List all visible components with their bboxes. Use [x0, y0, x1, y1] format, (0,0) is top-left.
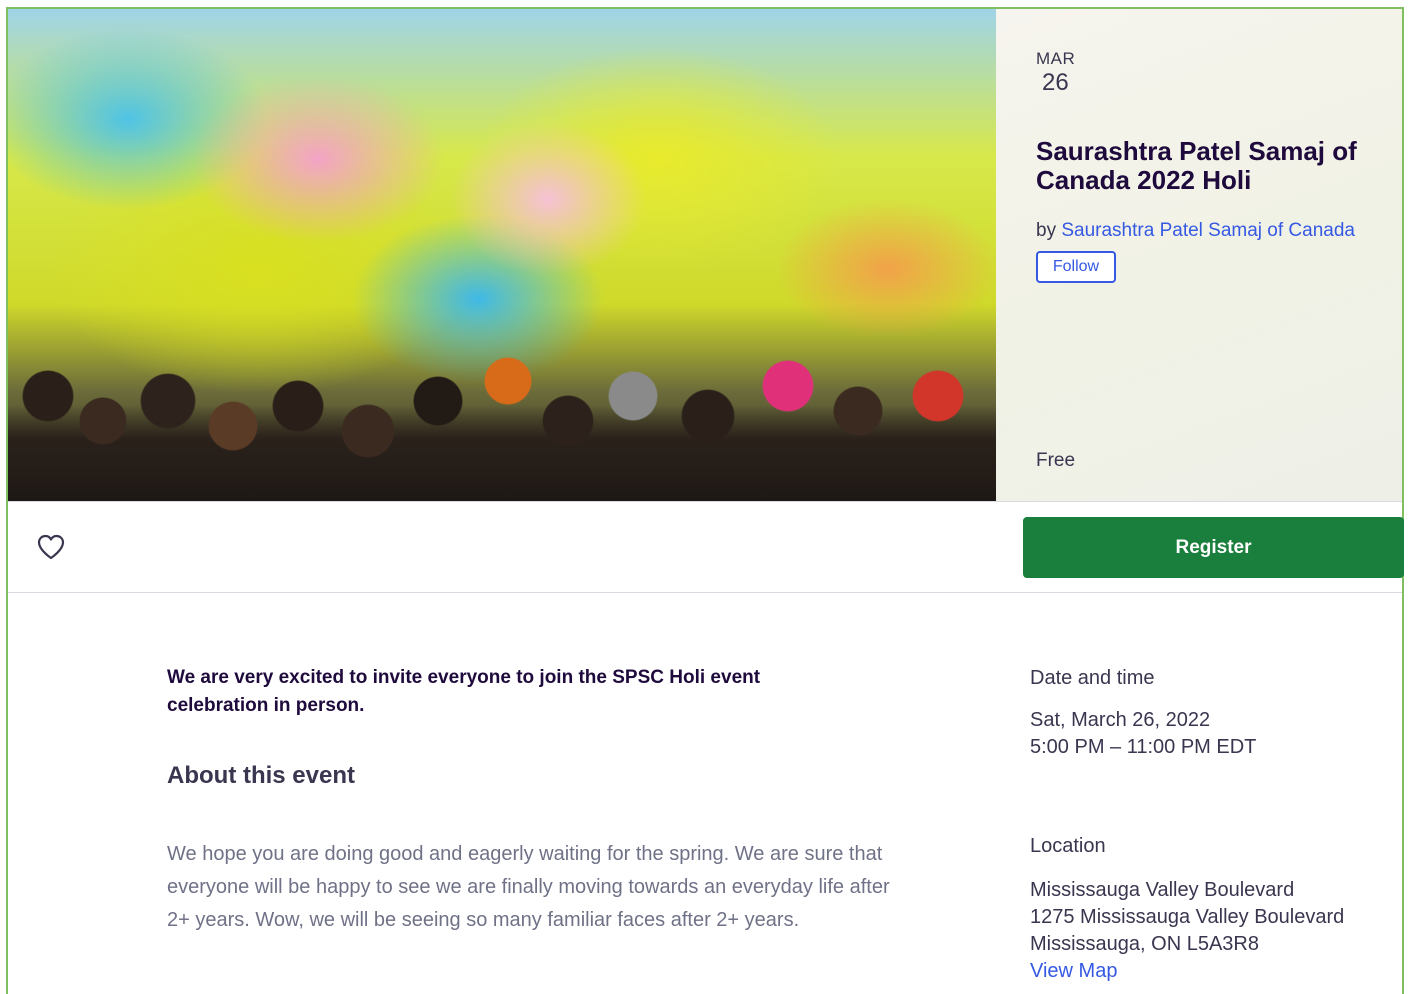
- event-summary: We are very excited to invite everyone t…: [167, 667, 761, 716]
- event-date-month: MAR: [1036, 49, 1076, 68]
- time-line: 5:00 PM – 11:00 PM EDT: [1030, 736, 1257, 758]
- date-time-heading: Date and time: [1030, 667, 1155, 689]
- city-line: Mississauga, ON L5A3R8: [1030, 933, 1259, 955]
- event-price: Free: [1036, 450, 1076, 471]
- follow-button[interactable]: Follow: [1036, 251, 1116, 283]
- organizer-line: by Saurashtra Patel Samaj of Canada: [1036, 220, 1355, 242]
- address-line: 1275 Mississauga Valley Boulevard: [1030, 906, 1345, 928]
- by-prefix: by: [1036, 220, 1057, 241]
- view-map-link[interactable]: View Map: [1030, 960, 1117, 983]
- about-heading: About this event: [167, 762, 356, 789]
- action-bar-top-divider: [8, 501, 1402, 502]
- event-hero-image: [8, 9, 996, 501]
- event-date-day: 26: [1042, 69, 1069, 96]
- event-info-panel: MAR 26 Saurashtra Patel Samaj of Canada …: [996, 9, 1402, 501]
- event-title: Saurashtra Patel Samaj of Canada 2022 Ho…: [1036, 136, 1357, 195]
- about-body: We hope you are doing good and eagerly w…: [167, 843, 890, 931]
- venue-name: Mississauga Valley Boulevard: [1030, 879, 1295, 901]
- organizer-link[interactable]: Saurashtra Patel Samaj of Canada: [1061, 220, 1355, 241]
- location-heading: Location: [1030, 835, 1106, 857]
- action-bar-bottom-divider: [8, 592, 1402, 593]
- heart-outline-icon[interactable]: [36, 533, 66, 561]
- hero-crowd-graphic: [8, 326, 996, 501]
- date-line: Sat, March 26, 2022: [1030, 709, 1211, 731]
- register-button[interactable]: Register: [1023, 517, 1404, 578]
